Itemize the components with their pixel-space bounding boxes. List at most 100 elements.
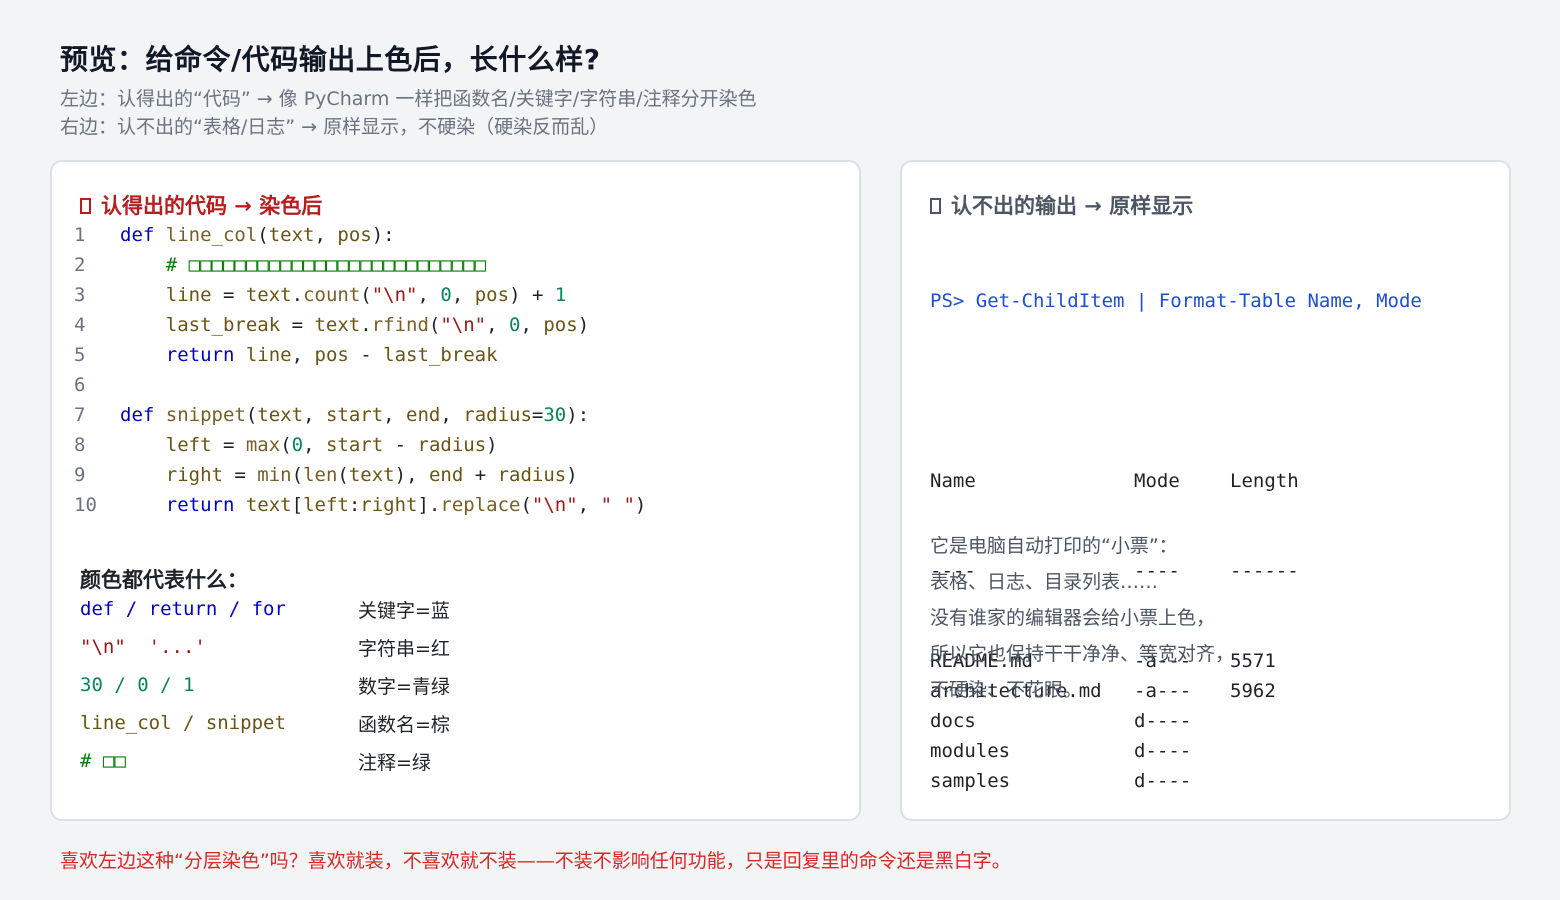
square-icon xyxy=(80,198,91,214)
table-cell: d---- xyxy=(1134,770,1192,792)
code-token: pos xyxy=(337,224,372,246)
code-token: 1 xyxy=(554,284,567,306)
code-token: 0 xyxy=(509,314,521,336)
code-token: . xyxy=(360,314,372,336)
legend-meaning: 注释=绿 xyxy=(358,751,431,774)
code-token: ]. xyxy=(417,494,441,516)
line-number: 9 xyxy=(74,464,86,486)
code-token: "\n" xyxy=(371,284,418,306)
code-line: 5 return line, pos - last_break xyxy=(74,340,646,370)
table-cell: d---- xyxy=(1134,710,1192,732)
line-number: 7 xyxy=(74,404,86,426)
code-token: text xyxy=(257,404,304,426)
legend-item: # □□ 注释=绿 xyxy=(80,742,500,780)
table-row: docs d---- xyxy=(930,706,1422,736)
legend-meaning: 字符串=红 xyxy=(358,637,450,660)
code-token: # □□□□□□□□□□□□□□□□□□□□□□□□□□ xyxy=(165,254,487,276)
code-token: "\n" xyxy=(531,494,578,516)
colored-code-heading: 认得出的代码 → 染色后 xyxy=(80,190,322,220)
code-token: min xyxy=(257,464,292,486)
line-number: 6 xyxy=(74,374,86,396)
line-number: 8 xyxy=(74,434,86,456)
table-cell: samples xyxy=(930,770,1011,792)
code-token: pos xyxy=(314,344,349,366)
code-token: max xyxy=(245,434,281,456)
code-token: ( xyxy=(257,224,269,246)
colored-code-card: 认得出的代码 → 染色后 1 def line_col(text, pos): 2 … xyxy=(50,160,861,821)
code-token: = xyxy=(280,314,315,336)
code-token: , xyxy=(303,434,326,456)
code-token: ), xyxy=(394,464,429,486)
table-row: samples d---- xyxy=(930,766,1422,796)
code-token: ) xyxy=(486,434,498,456)
legend-meaning: 关键字=蓝 xyxy=(358,599,450,622)
line-number: 5 xyxy=(74,344,86,366)
code-line: 8 left = max(0, start - radius) xyxy=(74,430,646,460)
table-header-row: Name Mode Length xyxy=(930,466,1422,496)
description-line: 所以它也保持干干净净、等宽对齐， xyxy=(930,643,1235,665)
code-token: text xyxy=(348,464,395,486)
code-token: = xyxy=(211,434,246,456)
code-token: = xyxy=(531,404,544,426)
code-token: right xyxy=(360,494,418,516)
code-line: 1 def line_col(text, pos): xyxy=(74,220,646,250)
code-token: . xyxy=(291,284,304,306)
code-token: ): xyxy=(566,404,590,426)
code-token: rfind xyxy=(371,314,429,336)
code-token: = xyxy=(211,284,246,306)
receipt-description: 它是电脑自动打印的“小票”： 表格、日志、目录列表…… 没有谁家的编辑器会给小票上色… xyxy=(930,528,1234,708)
plain-output-heading: 认不出的输出 → 原样显示 xyxy=(930,190,1193,220)
code-token: ( xyxy=(280,434,292,456)
code-token: ) xyxy=(566,464,578,486)
code-token: end xyxy=(406,404,441,426)
code-token: " " xyxy=(600,494,635,516)
legend-sample: def / return / for xyxy=(80,598,286,620)
code-token: pos xyxy=(474,284,510,306)
code-token: radius xyxy=(463,404,532,426)
table-cell xyxy=(1230,706,1330,736)
line-number: 1 xyxy=(74,224,86,246)
description-line: 表格、日志、目录列表…… xyxy=(930,571,1159,593)
code-line: 2 # □□□□□□□□□□□□□□□□□□□□□□□□□□ xyxy=(74,250,646,280)
legend-item: line_col / snippet 函数名=棕 xyxy=(80,704,500,742)
table-cell: d---- xyxy=(1134,740,1192,762)
code-token: + xyxy=(463,464,498,486)
line-number: 4 xyxy=(74,314,86,336)
table-header-cell: Mode xyxy=(1134,470,1180,492)
plain-output-card: 认不出的输出 → 原样显示 PS> Get-ChildItem | Format… xyxy=(900,160,1511,821)
subtitle-left-explainer: 左边：认得出的“代码” → 像 PyCharm 一样把函数名/关键字/字符串/注… xyxy=(60,88,757,110)
subtitle-right-explainer: 右边：认不出的“表格/日志” → 原样显示，不硬染（硬染反而乱） xyxy=(60,116,609,138)
code-line: 10 return text[left: right]. replace("\n",… xyxy=(74,490,646,520)
powershell-command: PS> Get-ChildItem | Format-Table Name, M… xyxy=(930,290,1422,312)
table-cell xyxy=(1230,766,1330,796)
code-token: return xyxy=(165,344,246,366)
legend-item: 30 / 0 / 1 数字=青绿 xyxy=(80,666,500,704)
table-cell: 5571 xyxy=(1230,650,1276,672)
code-line: 4 last_break = text. rfind("\n", 0, pos) xyxy=(74,310,646,340)
code-token: def xyxy=(120,404,166,426)
footer-question: 喜欢左边这种“分层染色”吗？喜欢就装，不喜欢就不装——不装不影响任何功能，只是回… xyxy=(60,850,1011,872)
code-token: , xyxy=(303,404,326,426)
code-token: , xyxy=(314,224,338,246)
code-token: 30 xyxy=(543,404,567,426)
colored-code-heading-label: 认得出的代码 → 染色后 xyxy=(101,194,323,218)
code-token: , xyxy=(577,494,601,516)
description-line: 它是电脑自动打印的“小票”： xyxy=(930,535,1178,557)
code-line: 3 line = text. count("\n", 0, pos) + 1 xyxy=(74,280,646,310)
code-token: pos xyxy=(543,314,578,336)
code-token: left xyxy=(165,434,212,456)
code-token: 0 xyxy=(291,434,304,456)
line-number: 10 xyxy=(74,494,97,516)
code-block: 1 def line_col(text, pos): 2 # □□□□□□□□□□□… xyxy=(74,220,646,520)
table-header-cell: Name xyxy=(930,470,976,492)
square-icon xyxy=(930,198,941,214)
code-token: text xyxy=(245,494,292,516)
code-token: radius xyxy=(497,464,567,486)
table-header-cell: Length xyxy=(1230,470,1299,492)
code-token: return xyxy=(165,494,246,516)
